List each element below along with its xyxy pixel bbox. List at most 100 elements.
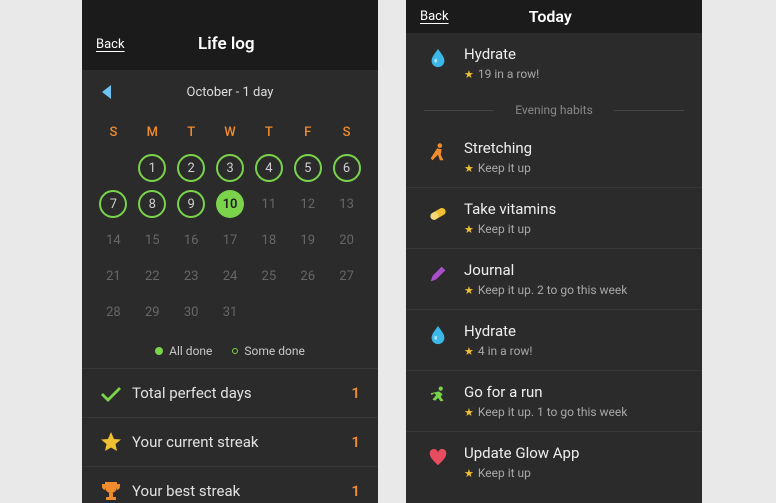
stat-value: 1 <box>351 433 360 451</box>
calendar-day[interactable]: 1 <box>133 150 172 186</box>
stat-row[interactable]: Total perfect days 1 <box>82 368 378 417</box>
calendar-day <box>94 150 133 186</box>
habit-name: Stretching <box>464 139 686 157</box>
habit-subtext: ★19 in a row! <box>464 67 686 81</box>
header: Back Today <box>406 0 702 33</box>
calendar-dow: T <box>172 114 211 150</box>
check-icon <box>96 381 126 405</box>
legend-all-done: All done <box>155 344 212 358</box>
life-log-screen: Back Life log October - 1 day SMTWTFS123… <box>82 0 378 503</box>
habit-item[interactable]: Hydrate ★4 in a row! <box>406 310 702 371</box>
calendar-day[interactable]: 9 <box>172 186 211 222</box>
month-nav: October - 1 day <box>82 70 378 114</box>
stat-value: 1 <box>351 482 360 500</box>
calendar-day[interactable]: 26 <box>288 258 327 294</box>
calendar-day[interactable]: 2 <box>172 150 211 186</box>
calendar-day <box>288 294 327 330</box>
calendar-day[interactable]: 23 <box>172 258 211 294</box>
calendar-dow: S <box>327 114 366 150</box>
habit-item[interactable]: Update Glow App ★Keep it up <box>406 432 702 492</box>
star-icon: ★ <box>464 345 474 358</box>
back-button[interactable]: Back <box>96 37 125 52</box>
drop-icon <box>422 45 454 69</box>
calendar-day[interactable]: 27 <box>327 258 366 294</box>
calendar-day <box>249 294 288 330</box>
star-icon: ★ <box>464 68 474 81</box>
habit-item[interactable]: Stretching ★Keep it up <box>406 127 702 188</box>
habit-item[interactable]: Go for a run ★Keep it up. 1 to go this w… <box>406 371 702 432</box>
habit-name: Journal <box>464 261 686 279</box>
drop-icon <box>422 322 454 346</box>
habit-item[interactable]: Take vitamins ★Keep it up <box>406 188 702 249</box>
calendar-day[interactable]: 24 <box>211 258 250 294</box>
calendar-day[interactable]: 7 <box>94 186 133 222</box>
stat-row[interactable]: Your current streak 1 <box>82 417 378 466</box>
habit-subtext: ★Keep it up <box>464 161 686 175</box>
run-icon <box>422 383 454 407</box>
calendar-day[interactable]: 30 <box>172 294 211 330</box>
pill-icon <box>422 200 454 224</box>
calendar-dow: S <box>94 114 133 150</box>
calendar-day[interactable]: 28 <box>94 294 133 330</box>
stats-list: Total perfect days 1 Your current streak… <box>82 368 378 503</box>
heart-icon <box>422 444 454 468</box>
calendar-day[interactable]: 15 <box>133 222 172 258</box>
calendar-day[interactable]: 19 <box>288 222 327 258</box>
habit-name: Hydrate <box>464 45 686 63</box>
calendar-day[interactable]: 5 <box>288 150 327 186</box>
calendar-day[interactable]: 16 <box>172 222 211 258</box>
stat-label: Your current streak <box>132 433 351 451</box>
star-icon: ★ <box>464 467 474 480</box>
calendar-day[interactable]: 31 <box>211 294 250 330</box>
calendar-day[interactable]: 11 <box>249 186 288 222</box>
calendar-day[interactable]: 18 <box>249 222 288 258</box>
habit-subtext: ★4 in a row! <box>464 344 686 358</box>
habit-name: Go for a run <box>464 383 686 401</box>
status-bar <box>82 0 378 18</box>
calendar-day[interactable]: 22 <box>133 258 172 294</box>
habit-subtext: ★Keep it up <box>464 466 686 480</box>
stat-row[interactable]: Your best streak 1 <box>82 466 378 503</box>
habit-subtext: ★Keep it up. 1 to go this week <box>464 405 686 419</box>
stat-label: Your best streak <box>132 482 351 500</box>
calendar-day[interactable]: 6 <box>327 150 366 186</box>
calendar-day[interactable]: 29 <box>133 294 172 330</box>
habit-name: Take vitamins <box>464 200 686 218</box>
calendar-day[interactable]: 17 <box>211 222 250 258</box>
habit-list-top: Hydrate ★19 in a row! <box>406 33 702 93</box>
calendar-day[interactable]: 20 <box>327 222 366 258</box>
page-title: Today <box>449 7 652 26</box>
calendar-day[interactable]: 21 <box>94 258 133 294</box>
legend: All done Some done <box>82 344 378 358</box>
month-label: October - 1 day <box>187 85 274 100</box>
legend-some-done: Some done <box>232 344 304 358</box>
habit-list: Stretching ★Keep it up Take vitamins ★Ke… <box>406 127 702 492</box>
calendar-day[interactable]: 13 <box>327 186 366 222</box>
dot-filled-icon <box>155 347 163 355</box>
dot-ring-icon <box>232 348 238 354</box>
calendar-day[interactable]: 25 <box>249 258 288 294</box>
calendar-grid: SMTWTFS123456789101112131415161718192021… <box>82 114 378 330</box>
calendar-day[interactable]: 12 <box>288 186 327 222</box>
today-screen: Back Today Hydrate ★19 in a row! Evening… <box>406 0 702 503</box>
habit-name: Update Glow App <box>464 444 686 462</box>
header: Back Life log <box>82 18 378 70</box>
calendar-day <box>327 294 366 330</box>
habit-subtext: ★Keep it up. 2 to go this week <box>464 283 686 297</box>
star-icon: ★ <box>464 284 474 297</box>
habit-name: Hydrate <box>464 322 686 340</box>
calendar-day[interactable]: 3 <box>211 150 250 186</box>
habit-item[interactable]: Hydrate ★19 in a row! <box>406 33 702 93</box>
calendar-day[interactable]: 10 <box>211 186 250 222</box>
prev-month-icon[interactable] <box>102 85 111 99</box>
back-button[interactable]: Back <box>420 9 449 24</box>
calendar-day[interactable]: 4 <box>249 150 288 186</box>
calendar-dow: T <box>249 114 288 150</box>
trophy-icon <box>96 479 126 503</box>
calendar-day[interactable]: 14 <box>94 222 133 258</box>
calendar-day[interactable]: 8 <box>133 186 172 222</box>
calendar-dow: F <box>288 114 327 150</box>
habit-item[interactable]: Journal ★Keep it up. 2 to go this week <box>406 249 702 310</box>
star-icon <box>96 430 126 454</box>
stretch-icon <box>422 139 454 163</box>
